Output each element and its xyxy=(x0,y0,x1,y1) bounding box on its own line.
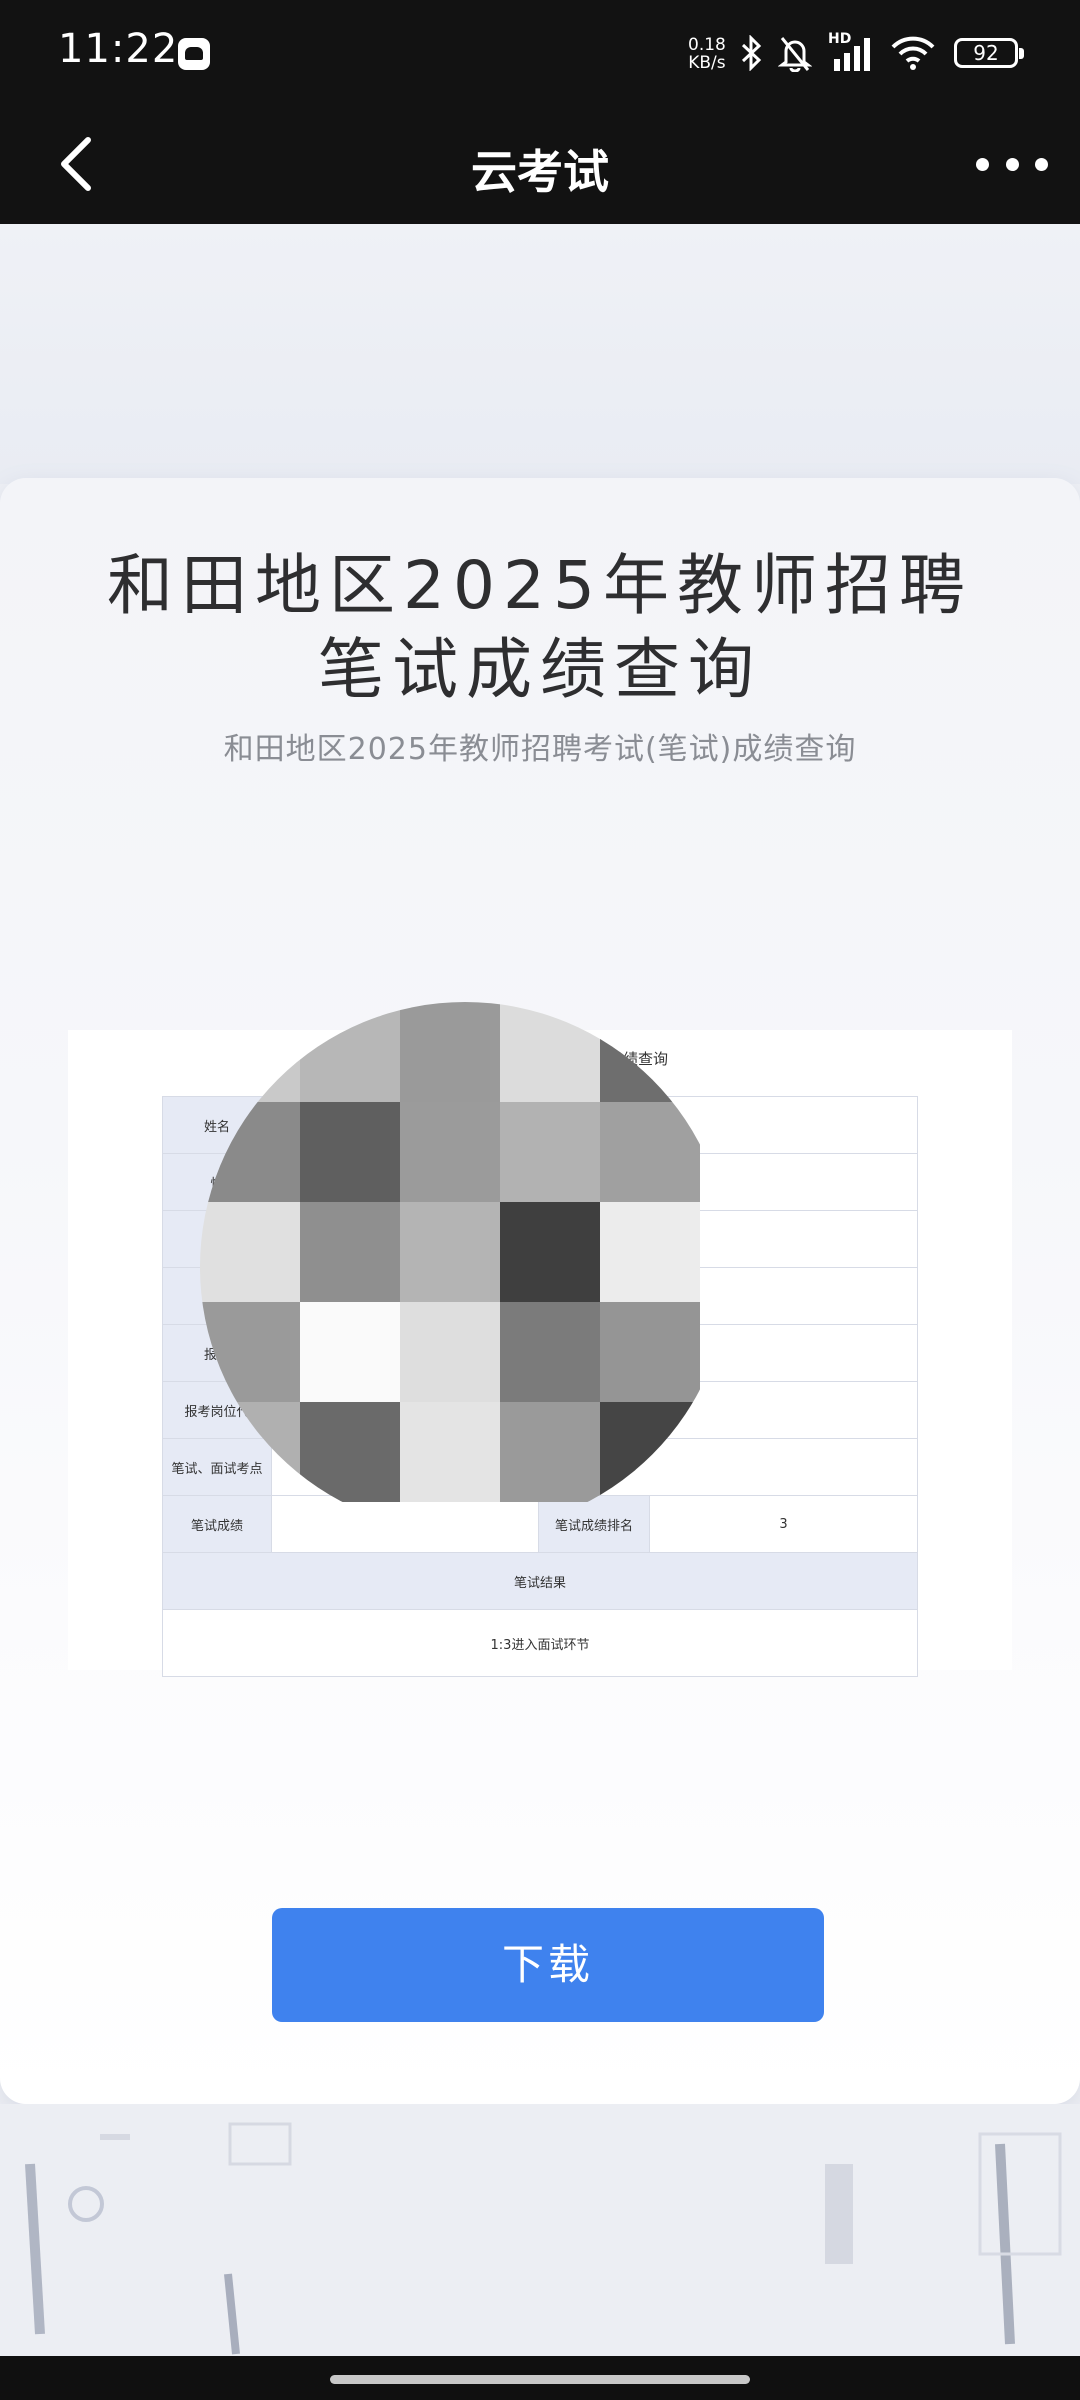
result-section-label: 笔试结果 xyxy=(162,1552,918,1610)
header-background xyxy=(0,224,1080,484)
app-notification-icon xyxy=(178,38,210,70)
more-options-icon[interactable] xyxy=(976,142,1048,186)
status-icons: HD xyxy=(740,30,936,76)
home-indicator[interactable] xyxy=(330,2375,750,2384)
background-illustration xyxy=(0,2104,1080,2360)
card-subtitle: 和田地区2025年教师招聘考试(笔试)成绩查询 xyxy=(223,732,857,767)
result-section-value: 1:3进入面试环节 xyxy=(162,1609,918,1677)
score-label: 笔试成绩 xyxy=(162,1495,272,1553)
battery-icon: 92 xyxy=(954,38,1024,68)
table-row: 1:3进入面试环节 xyxy=(162,1609,918,1677)
network-speed-unit: KB/s xyxy=(688,53,726,73)
rank-value: 3 xyxy=(649,1495,918,1553)
wifi-icon xyxy=(891,36,935,70)
privacy-mosaic xyxy=(200,1002,730,1532)
card-title: 和田地区2025年教师招聘 笔试成绩查询 xyxy=(0,544,1080,712)
row-label: 笔试、面试考点 xyxy=(162,1438,272,1496)
decorative-figures xyxy=(0,2104,1080,2360)
card-title-line1: 和田地区2025年教师招聘 xyxy=(107,547,973,624)
mute-bell-icon xyxy=(778,37,812,72)
page-title: 云考试 xyxy=(471,145,609,199)
network-speed: 0.18 KB/s xyxy=(688,36,726,72)
bluetooth-icon xyxy=(741,35,762,71)
table-row: 笔试结果 xyxy=(162,1552,918,1610)
status-bar: 11:22 0.18 KB/s HD 92 xyxy=(0,0,1080,106)
download-button[interactable]: 下载 xyxy=(272,1908,824,2022)
status-time: 11:22 xyxy=(58,26,179,72)
cell-signal-icon: HD xyxy=(828,31,874,73)
nav-bar: 云考试 xyxy=(0,106,1080,224)
query-card: 和田地区2025年教师招聘 笔试成绩查询 和田地区2025年教师招聘考试(笔试)… xyxy=(0,478,1080,2104)
card-title-line2: 笔试成绩查询 xyxy=(318,631,762,708)
network-speed-value: 0.18 xyxy=(688,35,726,55)
